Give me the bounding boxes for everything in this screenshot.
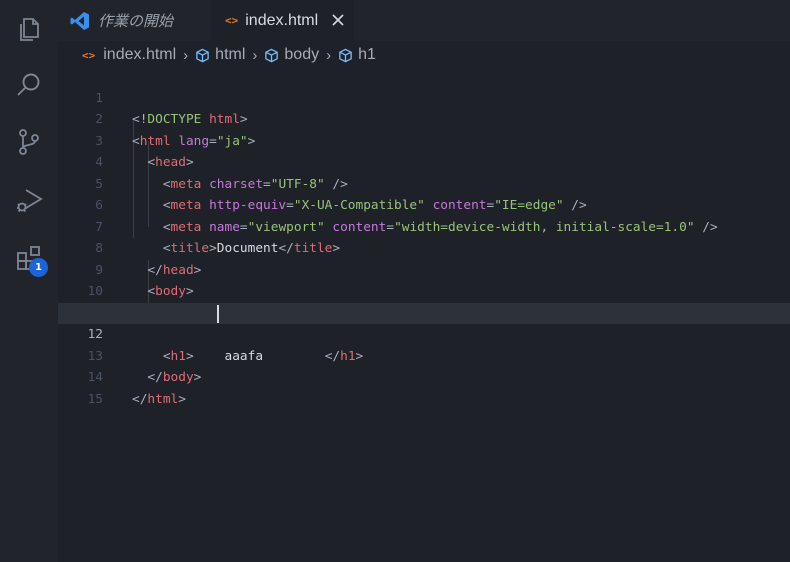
- extensions-button[interactable]: [0, 230, 58, 288]
- breadcrumb-item-label: h1: [358, 46, 376, 63]
- close-icon[interactable]: [330, 12, 346, 28]
- explorer-button[interactable]: [0, 0, 58, 58]
- search-icon: [17, 73, 40, 96]
- extensions-badge: 1: [29, 258, 48, 277]
- element-cube-icon: [196, 48, 209, 62]
- code-line[interactable]: 7 <title>Document</title>: [58, 195, 790, 257]
- element-cube-icon: [265, 48, 279, 62]
- token: </: [132, 391, 148, 407]
- breadcrumb-item-html[interactable]: html: [195, 46, 245, 64]
- breadcrumb: <> index.html › html › body › h1: [82, 44, 376, 66]
- html-file-icon: <>: [82, 48, 96, 62]
- search-button[interactable]: [0, 56, 58, 114]
- chevron-right-icon: ›: [183, 46, 189, 64]
- code-line[interactable]: 10: [58, 260, 790, 299]
- vscode-logo-icon: [70, 11, 89, 30]
- tab-index-label: index.html: [245, 11, 319, 29]
- code-editor[interactable]: 1 <!DOCTYPE html> 2 <html lang="ja"> 3 <…: [58, 66, 790, 562]
- run-debug-button[interactable]: [0, 171, 58, 229]
- code-line[interactable]: 14 </html>: [58, 346, 790, 407]
- run-debug-icon: [17, 189, 43, 213]
- code-line[interactable]: 3 <head>: [58, 109, 790, 171]
- breadcrumb-item-h1[interactable]: h1: [338, 46, 376, 64]
- code-line[interactable]: 6 <meta name="viewport" content="width=d…: [58, 174, 790, 235]
- code-line[interactable]: 8 </head>: [58, 217, 790, 278]
- token: html: [147, 391, 179, 407]
- source-control-button[interactable]: [0, 113, 58, 171]
- chevron-right-icon: ›: [326, 46, 332, 64]
- code-line[interactable]: 15: [58, 367, 790, 407]
- html-file-icon: <>: [225, 14, 239, 27]
- breadcrumb-item-label: body: [284, 46, 320, 63]
- tab-index-html[interactable]: <> index.html: [211, 0, 354, 41]
- tab-bar: 作業の開始 <> index.html: [58, 0, 790, 41]
- token: >: [178, 391, 186, 407]
- code-line[interactable]: 13 </body>: [58, 324, 790, 386]
- breadcrumb-item-body[interactable]: body: [264, 46, 319, 64]
- breadcrumb-file[interactable]: <> index.html: [82, 46, 176, 64]
- files-icon: [20, 18, 39, 41]
- line-number: 15: [87, 391, 103, 407]
- tab-welcome[interactable]: 作業の開始: [58, 0, 211, 41]
- tab-welcome-label: 作業の開始: [98, 12, 174, 30]
- code-line[interactable]: 4 <meta charset="UTF-8" />: [58, 131, 790, 192]
- code-line[interactable]: 2 <html lang="ja">: [58, 88, 790, 149]
- code-line[interactable]: 11: [58, 281, 790, 321]
- breadcrumb-file-label: index.html: [103, 46, 177, 63]
- current-code-line[interactable]: 12 <h1> aaafa </h1>: [58, 302, 790, 364]
- source-control-icon: [19, 129, 39, 155]
- activity-bar: 1: [0, 0, 58, 562]
- element-cube-icon: [339, 48, 352, 62]
- code-line[interactable]: 9 <body>: [58, 238, 790, 300]
- code-line[interactable]: 5 <meta http-equiv="X-UA-Compatible" con…: [58, 152, 790, 214]
- text-cursor: [217, 304, 219, 323]
- code-line[interactable]: 1 <!DOCTYPE html>: [58, 66, 790, 128]
- breadcrumb-item-label: html: [215, 46, 246, 63]
- chevron-right-icon: ›: [252, 46, 258, 64]
